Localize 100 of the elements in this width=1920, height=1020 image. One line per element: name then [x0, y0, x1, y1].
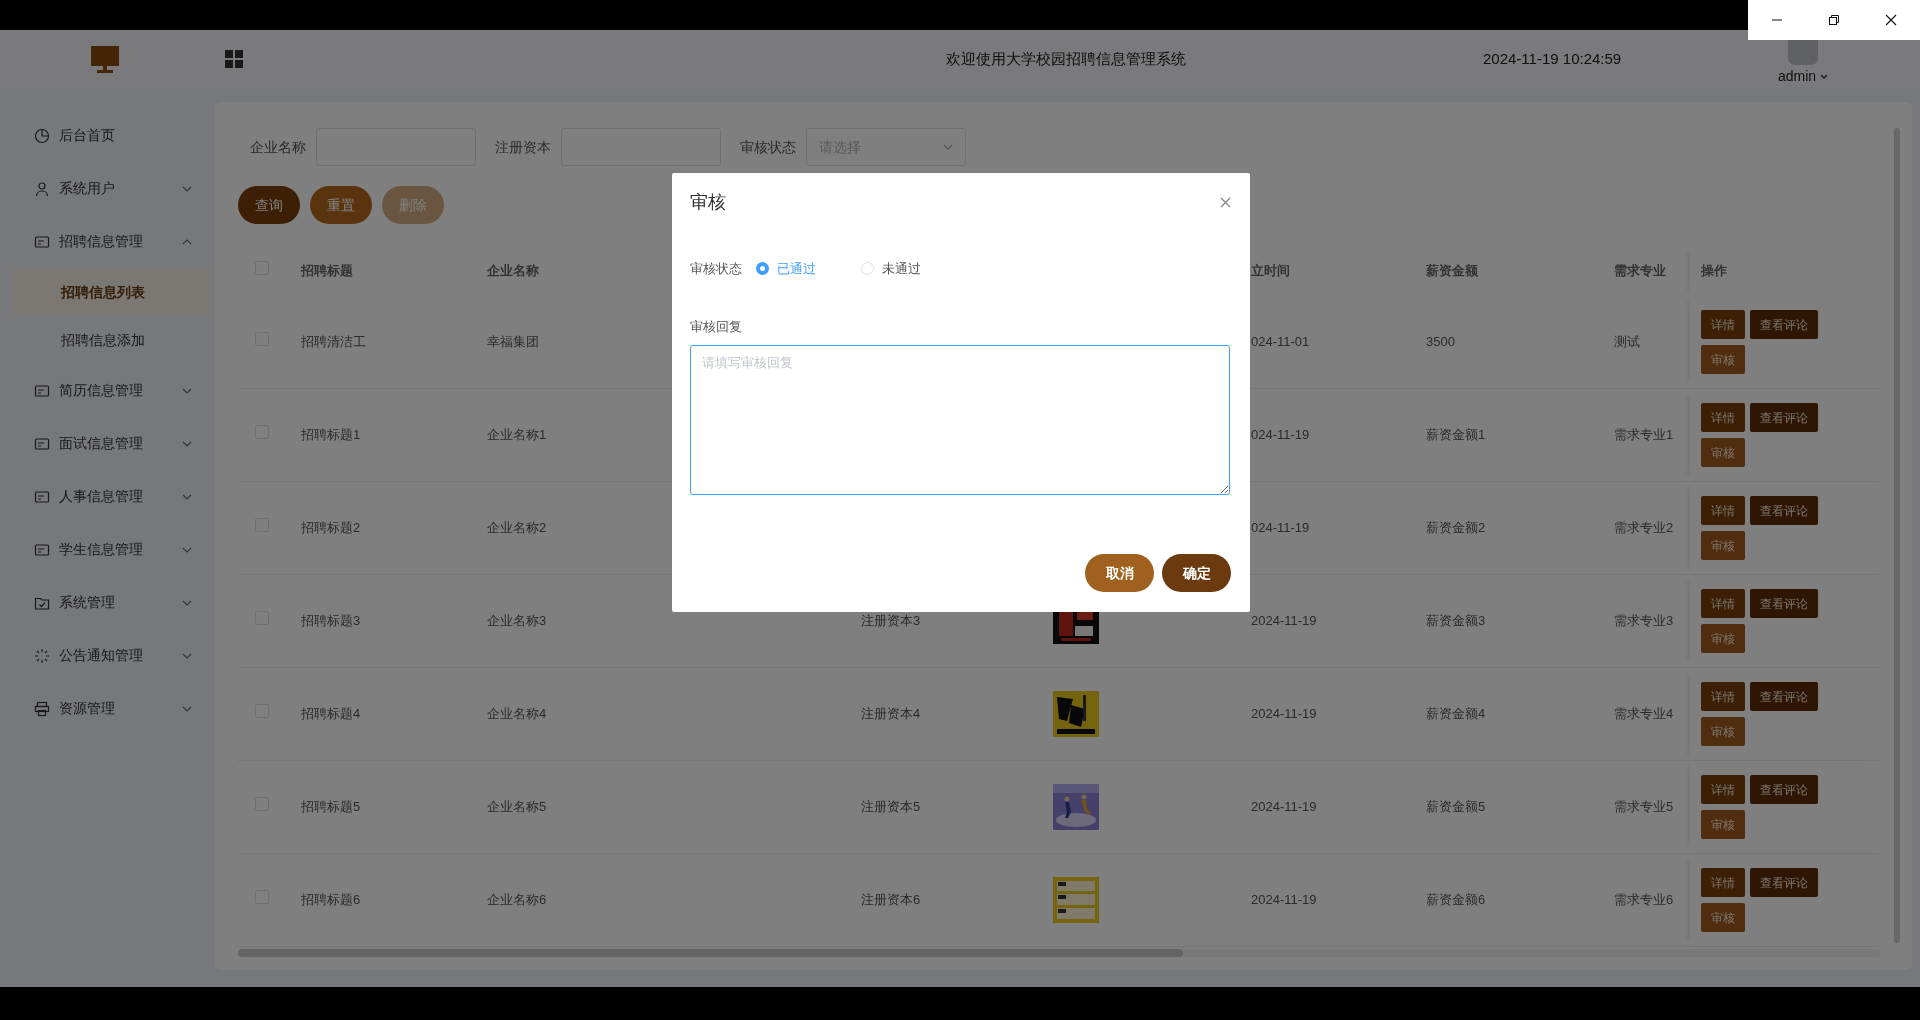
row-action-button[interactable]: 详情 [1701, 682, 1745, 711]
user-icon [34, 180, 50, 197]
table-cell: 薪资金额4 [1426, 706, 1486, 722]
sidebar-subitem[interactable]: 招聘信息列表 [12, 268, 210, 316]
row-action-button[interactable]: 查看评论 [1750, 589, 1818, 618]
table-cell: 招聘标题2 [301, 520, 361, 536]
chevron-icon [182, 238, 192, 245]
sidebar-item[interactable]: 公告通知管理 [0, 629, 210, 682]
table-cell: 测试 [1614, 334, 1640, 350]
sidebar-item[interactable]: 人事信息管理 [0, 470, 210, 523]
row-action-button[interactable]: 查看评论 [1750, 775, 1818, 804]
table-cell: 注册资本3 [861, 613, 921, 629]
chevron-icon [182, 493, 192, 500]
table-cell: 2024-11-19 [1251, 613, 1317, 629]
close-icon [1884, 14, 1897, 26]
field-label: 注册资本 [495, 137, 551, 157]
field-label: 审核状态 [740, 137, 796, 157]
table-cell: 024-11-19 [1251, 520, 1310, 536]
spinner-icon [34, 647, 50, 664]
row-action-button[interactable]: 详情 [1701, 868, 1745, 897]
card-icon [34, 382, 50, 399]
table-cell: 024-11-19 [1251, 427, 1310, 443]
pie-chart-icon [34, 127, 50, 144]
sidebar-item[interactable]: 学生信息管理 [0, 523, 210, 576]
table-cell: 薪资金额3 [1426, 613, 1486, 629]
sidebar-item[interactable]: 系统用户 [0, 162, 210, 215]
table-cell: 招聘标题5 [301, 799, 361, 815]
reply-field[interactable]: 请填写审核回复 [690, 345, 1230, 495]
table-cell: 薪资金额5 [1426, 799, 1486, 815]
table-cell: 024-11-01 [1251, 334, 1310, 350]
table-cell: 招聘标题1 [301, 427, 361, 443]
dialog-button[interactable]: 确定 [1162, 554, 1231, 592]
table-cell: 需求专业3 [1614, 613, 1674, 629]
row-action-button[interactable]: 查看评论 [1750, 868, 1818, 897]
row-action-button[interactable]: 审核 [1701, 810, 1745, 839]
row-action-button[interactable]: 审核 [1701, 345, 1745, 374]
field-label: 审核回复 [690, 317, 742, 336]
table-cell: 企业名称4 [487, 706, 547, 722]
radio-option[interactable]: 已通过 [756, 259, 816, 279]
restore-icon [1827, 14, 1840, 26]
date-time: 2024-11-19 10:24:59 [1483, 48, 1623, 69]
column-header: 企业名称 [487, 263, 539, 279]
table-cell: 需求专业2 [1614, 520, 1674, 536]
sidebar-item[interactable]: 面试信息管理 [0, 417, 210, 470]
sidebar-item[interactable]: 资源管理 [0, 682, 210, 735]
table-cell: 3500 [1426, 334, 1455, 350]
row-action-button[interactable]: 查看评论 [1750, 403, 1818, 432]
table-cell: 企业名称6 [487, 892, 547, 908]
dialog-button[interactable]: 取消 [1085, 554, 1154, 592]
sidebar-item[interactable]: 招聘信息管理 [0, 215, 210, 268]
chevron-icon [182, 440, 192, 447]
radio-option[interactable]: 未通过 [861, 259, 921, 279]
column-header: 薪资金额 [1426, 263, 1478, 279]
chevron-icon [182, 705, 192, 712]
close-button[interactable] [1220, 196, 1231, 208]
sidebar-item[interactable]: 系统管理 [0, 576, 210, 629]
sidebar-item[interactable]: 后台首页 [0, 109, 210, 162]
monitor-icon [90, 45, 120, 73]
row-action-button[interactable]: 审核 [1701, 717, 1745, 746]
row-action-button[interactable]: 审核 [1701, 903, 1745, 932]
row-action-button[interactable]: 查看评论 [1750, 496, 1818, 525]
table-cell: 企业名称1 [487, 427, 547, 443]
row-action-button[interactable]: 审核 [1701, 531, 1745, 560]
row-action-button[interactable]: 审核 [1701, 624, 1745, 653]
row-action-button[interactable]: 详情 [1701, 775, 1745, 804]
card-icon [34, 233, 50, 250]
chevron-icon [182, 599, 192, 606]
row-action-button[interactable]: 审核 [1701, 438, 1745, 467]
table-cell: 2024-11-19 [1251, 706, 1317, 722]
chevron-icon [943, 144, 953, 150]
table-cell: 招聘标题4 [301, 706, 361, 722]
row-action-button[interactable]: 查看评论 [1750, 682, 1818, 711]
table-cell: 薪资金额6 [1426, 892, 1486, 908]
caret-icon [1820, 73, 1829, 79]
row-action-button[interactable]: 详情 [1701, 310, 1745, 339]
table-cell: 企业名称5 [487, 799, 547, 815]
row-action-button[interactable]: 详情 [1701, 403, 1745, 432]
table-cell: 企业名称2 [487, 520, 547, 536]
row-action-button[interactable]: 详情 [1701, 496, 1745, 525]
table-cell: 2024-11-19 [1251, 892, 1317, 908]
field-label: 企业名称 [250, 137, 306, 157]
table-cell: 注册资本5 [861, 799, 921, 815]
action-button[interactable]: 查询 [238, 186, 300, 224]
user-menu[interactable]: admin [1777, 69, 1829, 83]
row-action-button[interactable]: 查看评论 [1750, 310, 1818, 339]
sidebar-item[interactable]: 简历信息管理 [0, 364, 210, 417]
table-cell: 招聘标题6 [301, 892, 361, 908]
table-cell: 2024-11-19 [1251, 799, 1317, 815]
chevron-icon [182, 387, 192, 394]
sidebar-subitem[interactable]: 招聘信息添加 [12, 316, 210, 364]
scrollbar[interactable] [238, 949, 1880, 957]
row-action-button[interactable]: 详情 [1701, 589, 1745, 618]
card-icon [34, 541, 50, 558]
table-cell: 招聘清洁工 [301, 334, 366, 350]
grid-menu-icon[interactable] [224, 49, 244, 69]
table-cell: 企业名称3 [487, 613, 547, 629]
table-cell: 需求专业1 [1614, 427, 1674, 443]
action-button[interactable]: 重置 [310, 186, 372, 224]
field-label: 审核状态 [690, 260, 742, 278]
close-icon [1220, 196, 1231, 208]
